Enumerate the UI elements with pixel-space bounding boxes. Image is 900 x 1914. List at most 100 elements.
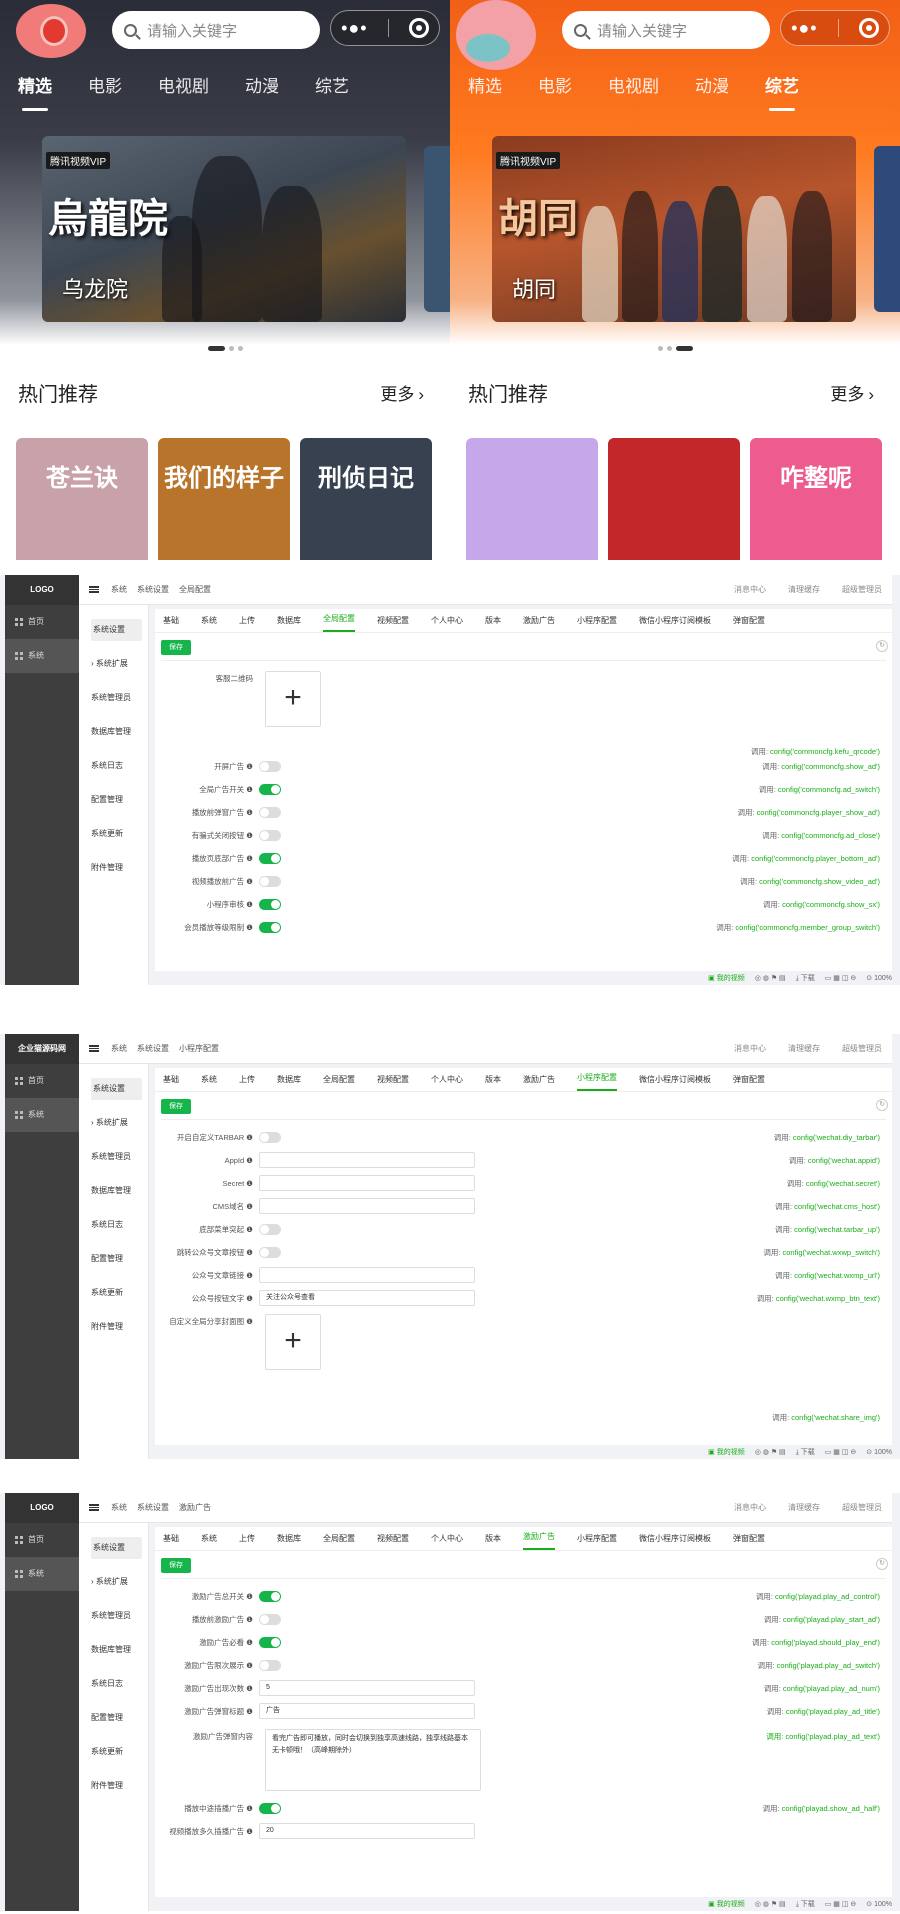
topbar-link[interactable]: 清理缓存 [788, 584, 820, 595]
subnav-item[interactable]: 系统管理员 [79, 1140, 148, 1174]
download-link[interactable]: ⤓ 下载 [796, 1899, 815, 1909]
config-tab[interactable]: 基础 [163, 1533, 179, 1550]
text-input[interactable]: 20 [259, 1823, 475, 1839]
recommend-card[interactable]: 我们的样子 [158, 438, 290, 560]
breadcrumb-item[interactable]: 小程序配置 [179, 1043, 219, 1054]
save-button[interactable]: 保存 [161, 1099, 191, 1114]
toggle-switch[interactable] [259, 1590, 281, 1602]
upload-qrcode-button[interactable]: + [265, 671, 321, 727]
sidebar-item[interactable]: 系统 [5, 1098, 79, 1132]
sidebar-item[interactable]: 系统 [5, 639, 79, 673]
topbar-link[interactable]: 清理缓存 [788, 1502, 820, 1513]
close-target-icon[interactable] [408, 18, 429, 38]
subnav-item[interactable]: 系统更新 [79, 1276, 148, 1310]
config-tab[interactable]: 系统 [201, 1533, 217, 1550]
breadcrumb-item[interactable]: 全局配置 [179, 584, 211, 595]
config-tab[interactable]: 弹窗配置 [733, 615, 765, 632]
topbar-link[interactable]: 消息中心 [734, 1502, 766, 1513]
tab-1[interactable]: 电影 [88, 72, 122, 97]
more-link[interactable]: 更多 › [830, 380, 874, 405]
topbar-link[interactable]: 超级管理员 [842, 1502, 882, 1513]
config-tab[interactable]: 弹窗配置 [733, 1533, 765, 1550]
subnav-item[interactable]: 数据库管理 [79, 1633, 148, 1667]
subnav-item[interactable]: 系统日志 [79, 1667, 148, 1701]
more-link[interactable]: 更多 › [380, 380, 424, 405]
mini-program-capsule[interactable]: •●• [780, 10, 890, 46]
config-tab[interactable]: 上传 [239, 615, 255, 632]
recommend-card[interactable]: 咋整呢 [750, 438, 882, 560]
text-input[interactable]: 5 [259, 1680, 475, 1696]
toggle-switch[interactable] [259, 1131, 281, 1143]
subnav-item[interactable]: 配置管理 [79, 1701, 148, 1735]
text-input[interactable] [259, 1267, 475, 1283]
config-tab[interactable]: 激励广告 [523, 615, 555, 632]
config-tab[interactable]: 激励广告 [523, 1074, 555, 1091]
config-tab[interactable]: 基础 [163, 615, 179, 632]
config-tab[interactable]: 系统 [201, 1074, 217, 1091]
subnav-item[interactable]: 系统管理员 [79, 1599, 148, 1633]
config-tab[interactable]: 激励广告 [523, 1531, 555, 1550]
refresh-icon[interactable]: ↻ [876, 1558, 888, 1570]
topbar-link[interactable]: 超级管理员 [842, 1043, 882, 1054]
config-tab[interactable]: 上传 [239, 1074, 255, 1091]
more-dots-icon[interactable]: •●• [341, 19, 367, 37]
close-target-icon[interactable] [858, 18, 879, 38]
config-tab[interactable]: 全局配置 [323, 613, 355, 632]
config-tab[interactable]: 个人中心 [431, 615, 463, 632]
recommend-card[interactable] [466, 438, 598, 560]
subnav-item[interactable]: 数据库管理 [79, 1174, 148, 1208]
hamburger-icon[interactable] [89, 586, 99, 593]
tab-4[interactable]: 综艺 [765, 72, 799, 111]
banner-carousel[interactable]: 腾讯视频VIP 烏龍院 乌龙院 [42, 136, 406, 322]
subnav-item[interactable]: 系统日志 [79, 749, 148, 783]
text-input[interactable] [259, 1152, 475, 1168]
subnav-item[interactable]: › 系统扩展 [79, 647, 148, 681]
config-tab[interactable]: 视频配置 [377, 615, 409, 632]
hamburger-icon[interactable] [89, 1504, 99, 1511]
text-input[interactable]: 广告 [259, 1703, 475, 1719]
config-tab[interactable]: 数据库 [277, 615, 301, 632]
topbar-link[interactable]: 超级管理员 [842, 584, 882, 595]
recommend-card[interactable] [608, 438, 740, 560]
config-tab[interactable]: 数据库 [277, 1533, 301, 1550]
subnav-item[interactable]: 数据库管理 [79, 715, 148, 749]
breadcrumb-item[interactable]: 系统 [111, 1502, 127, 1513]
config-tab[interactable]: 视频配置 [377, 1533, 409, 1550]
subnav-item[interactable]: 系统更新 [79, 1735, 148, 1769]
my-video-link[interactable]: ▣ 我的视频 [708, 1447, 745, 1457]
toggle-switch[interactable] [259, 921, 281, 933]
config-tab[interactable]: 版本 [485, 615, 501, 632]
config-tab[interactable]: 个人中心 [431, 1074, 463, 1091]
toggle-switch[interactable] [259, 1223, 281, 1235]
config-tab[interactable]: 微信小程序订阅模板 [639, 1074, 711, 1091]
toggle-switch[interactable] [259, 806, 281, 818]
subnav-item[interactable]: › 系统扩展 [79, 1106, 148, 1140]
tab-2[interactable]: 电视剧 [608, 72, 659, 97]
config-tab[interactable]: 基础 [163, 1074, 179, 1091]
topbar-link[interactable]: 消息中心 [734, 1043, 766, 1054]
config-tab[interactable]: 微信小程序订阅模板 [639, 1533, 711, 1550]
breadcrumb-item[interactable]: 激励广告 [179, 1502, 211, 1513]
more-dots-icon[interactable]: •●• [791, 19, 817, 37]
save-button[interactable]: 保存 [161, 1558, 191, 1573]
next-banner-peek[interactable] [874, 146, 900, 312]
subnav-item[interactable]: 系统设置 [79, 613, 148, 647]
config-tab[interactable]: 系统 [201, 615, 217, 632]
subnav-item[interactable]: 系统设置 [79, 1531, 148, 1565]
config-tab[interactable]: 弹窗配置 [733, 1074, 765, 1091]
toggle-switch[interactable] [259, 760, 281, 772]
banner-carousel[interactable]: 腾讯视频VIP 胡同 胡同 [492, 136, 856, 322]
tab-2[interactable]: 电视剧 [158, 72, 209, 97]
upload-share-image-button[interactable]: + [265, 1314, 321, 1370]
download-link[interactable]: ⤓ 下载 [796, 973, 815, 983]
subnav-item[interactable]: 系统设置 [79, 1072, 148, 1106]
sidebar-item[interactable]: 首页 [5, 1064, 79, 1098]
topbar-link[interactable]: 消息中心 [734, 584, 766, 595]
subnav-item[interactable]: 系统管理员 [79, 681, 148, 715]
toggle-switch[interactable] [259, 1613, 281, 1625]
tab-0[interactable]: 精选 [18, 72, 52, 111]
config-tab[interactable]: 视频配置 [377, 1074, 409, 1091]
subnav-item[interactable]: 附件管理 [79, 1769, 148, 1803]
tab-4[interactable]: 综艺 [315, 72, 349, 97]
subnav-item[interactable]: 附件管理 [79, 851, 148, 885]
